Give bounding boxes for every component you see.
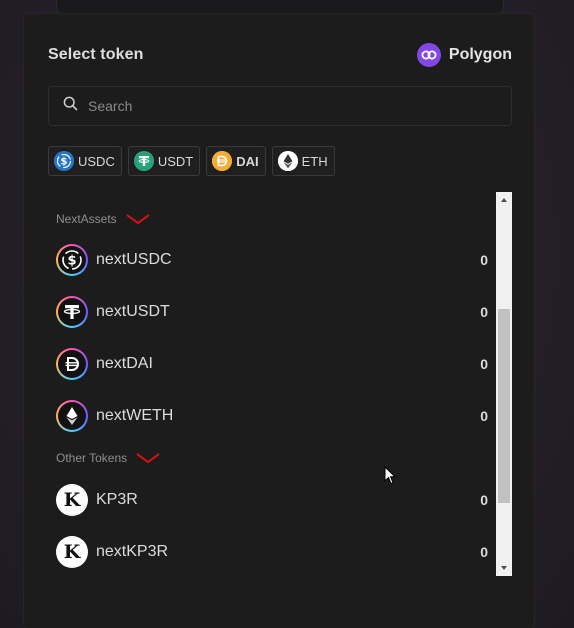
- quick-token-dai[interactable]: DAI: [206, 146, 266, 176]
- quick-token-list: $ USDC USDT DAI ETH: [48, 146, 335, 176]
- scrollbar-thumb[interactable]: [498, 309, 510, 503]
- dai-icon: [212, 151, 233, 171]
- search-input[interactable]: [88, 98, 488, 114]
- section-label: NextAssets: [56, 212, 117, 226]
- keep3r-icon: K: [56, 536, 88, 568]
- eth-icon: [277, 151, 298, 171]
- token-balance: 0: [480, 544, 488, 560]
- quick-token-eth[interactable]: ETH: [271, 146, 335, 176]
- select-token-modal: Select token Polygon Search $ USDC USDT …: [24, 14, 534, 628]
- token-name: nextDAI: [96, 355, 153, 372]
- background-card: [56, 0, 504, 14]
- svg-text:$: $: [67, 254, 76, 269]
- token-balance: 0: [480, 252, 488, 268]
- token-row-nextkp3r[interactable]: K nextKP3R 0: [48, 526, 504, 576]
- section-header-other-tokens: Other Tokens: [56, 451, 161, 465]
- token-row-nextdai[interactable]: nextDAI 0: [48, 338, 504, 390]
- usdt-icon: [133, 151, 154, 171]
- search-box[interactable]: [48, 86, 512, 126]
- token-balance: 0: [480, 408, 488, 424]
- quick-token-usdc[interactable]: $ USDC: [48, 146, 122, 176]
- token-list-scrollbar[interactable]: [496, 192, 512, 576]
- eth-icon: [56, 400, 88, 432]
- token-list[interactable]: NextAssets $ nextUSDC 0 nextUSDT 0 nextD…: [48, 192, 512, 576]
- quick-token-label: USDC: [78, 153, 115, 169]
- modal-header: Select token Polygon: [48, 42, 512, 68]
- token-name: KP3R: [96, 491, 138, 508]
- dai-icon: [56, 348, 88, 380]
- token-row-nextusdt[interactable]: nextUSDT 0: [48, 286, 504, 338]
- token-row-nextusdc[interactable]: $ nextUSDC 0: [48, 234, 504, 286]
- quick-token-label: USDT: [157, 153, 194, 169]
- scroll-up-arrow-icon[interactable]: [496, 192, 512, 208]
- quick-token-label: ETH: [301, 153, 328, 169]
- quick-token-usdt[interactable]: USDT: [127, 146, 201, 176]
- red-chevron-annotation-icon: [136, 453, 160, 464]
- section-header-nextassets: NextAssets: [56, 212, 151, 226]
- svg-text:K: K: [64, 489, 82, 511]
- section-label: Other Tokens: [56, 451, 128, 465]
- search-icon: [63, 96, 78, 116]
- svg-text:$: $: [61, 157, 68, 168]
- modal-title: Select token: [48, 46, 144, 63]
- token-name: nextKP3R: [96, 543, 169, 560]
- token-balance: 0: [480, 304, 488, 320]
- token-balance: 0: [480, 492, 488, 508]
- token-row-nextweth[interactable]: nextWETH 0: [48, 390, 504, 442]
- svg-text:K: K: [64, 541, 82, 563]
- mouse-cursor-icon: [384, 466, 396, 485]
- token-name: nextWETH: [96, 407, 174, 424]
- polygon-icon: [416, 43, 441, 67]
- token-name: nextUSDT: [96, 303, 170, 320]
- network-name: Polygon: [448, 46, 512, 63]
- keep3r-icon: K: [56, 484, 88, 516]
- red-chevron-annotation-icon: [126, 214, 150, 225]
- quick-token-label: DAI: [236, 153, 259, 169]
- usdt-icon: [56, 296, 88, 328]
- usdc-icon: $: [54, 151, 74, 171]
- usdc-icon: $: [56, 244, 88, 276]
- token-name: nextUSDC: [96, 251, 172, 268]
- token-balance: 0: [480, 356, 488, 372]
- network-selector[interactable]: Polygon: [416, 43, 512, 67]
- scroll-down-arrow-icon[interactable]: [496, 560, 512, 576]
- token-row-kp3r[interactable]: K KP3R 0: [48, 474, 504, 526]
